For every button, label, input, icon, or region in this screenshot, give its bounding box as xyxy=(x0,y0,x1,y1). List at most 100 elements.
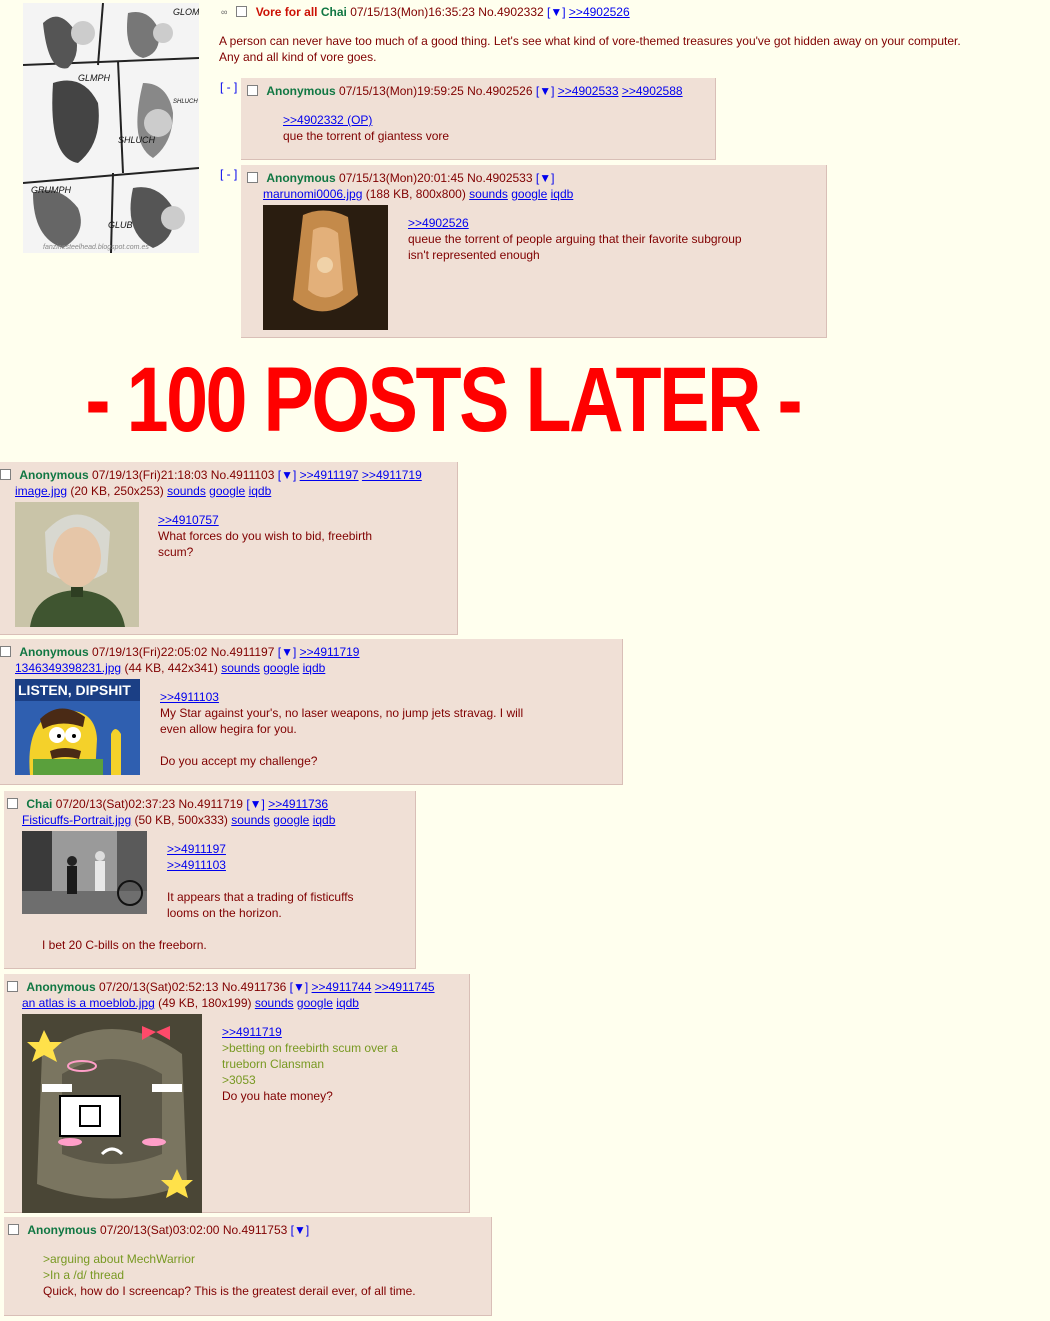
portrait-thumbnail-image xyxy=(15,502,139,627)
reply-message: >>4911103 My Star against your's, no las… xyxy=(160,689,523,769)
reply-post-number[interactable]: No.4902533 xyxy=(467,171,532,185)
reply-checkbox[interactable] xyxy=(8,1224,19,1235)
op-menu-button[interactable]: [▼] xyxy=(547,5,566,19)
op-message: A person can never have too much of a go… xyxy=(219,33,1039,65)
quote-link[interactable]: >>4911197 xyxy=(167,841,354,857)
collapse-reply-button[interactable]: [ - ] xyxy=(220,80,237,94)
reply-checkbox[interactable] xyxy=(247,85,258,96)
comic-thumbnail-image: GLOMP GLMPH SHLUCH SHLUCH GRUMPH GLUB fa… xyxy=(23,3,199,253)
file-name-link[interactable]: marunomi0006.jpg xyxy=(263,187,362,201)
greentext-line: trueborn Clansman xyxy=(222,1057,325,1071)
reply-backlink[interactable]: >>4902588 xyxy=(622,84,683,98)
iqdb-link[interactable]: iqdb xyxy=(249,484,272,498)
cartoon-thumbnail-image: LISTEN, DIPSHIT xyxy=(15,679,140,775)
reply-checkbox[interactable] xyxy=(7,981,18,992)
reply-post: Anonymous 07/19/13(Fri)21:18:03 No.49111… xyxy=(0,462,458,635)
reply-message: >arguing about MechWarrior >In a /d/ thr… xyxy=(43,1251,416,1299)
reply-post-number[interactable]: No.4911753 xyxy=(223,1223,288,1237)
quote-link[interactable]: >>4911103 xyxy=(167,857,354,873)
reply-backlink[interactable]: >>4911719 xyxy=(300,645,360,659)
reply-post-number[interactable]: No.4911197 xyxy=(211,645,275,659)
file-name-link[interactable]: Fisticuffs-Portrait.jpg xyxy=(22,813,131,827)
file-info: marunomi0006.jpg (188 KB, 800x800) sound… xyxy=(263,187,573,202)
reply-menu-button[interactable]: [▼] xyxy=(278,468,297,482)
file-size: (49 KB, 180x199) xyxy=(158,996,252,1010)
sounds-link[interactable]: sounds xyxy=(231,813,270,827)
reply-message-line: Do you hate money? xyxy=(222,1089,333,1103)
hide-thread-icon[interactable]: ∞ xyxy=(221,5,233,17)
sounds-link[interactable]: sounds xyxy=(469,187,508,201)
op-backlink[interactable]: >>4902526 xyxy=(569,5,630,19)
file-name-link[interactable]: 1346349398231.jpg xyxy=(15,661,121,675)
file-info: Fisticuffs-Portrait.jpg (50 KB, 500x333)… xyxy=(22,813,335,828)
reply-header: Anonymous 07/19/13(Fri)21:18:03 No.49111… xyxy=(0,468,422,483)
reply-post-number[interactable]: No.4902526 xyxy=(467,84,532,98)
reply-post: Anonymous 07/15/13(Mon)19:59:25 No.49025… xyxy=(241,78,716,160)
reply-post-number[interactable]: No.4911103 xyxy=(211,468,275,482)
op-checkbox[interactable] xyxy=(236,6,248,17)
quote-link[interactable]: >>4911719 xyxy=(222,1024,398,1040)
google-link[interactable]: google xyxy=(263,661,299,675)
reply-thumbnail[interactable]: LISTEN, DIPSHIT xyxy=(15,679,140,775)
reply-menu-button[interactable]: [▼] xyxy=(278,645,297,659)
reply-thumbnail[interactable] xyxy=(15,502,139,627)
reply-menu-button[interactable]: [▼] xyxy=(246,797,265,811)
reply-date: 07/15/13(Mon)19:59:25 xyxy=(339,84,464,98)
reply-checkbox[interactable] xyxy=(7,798,18,809)
reply-backlink[interactable]: >>4902533 xyxy=(558,84,619,98)
google-link[interactable]: google xyxy=(297,996,333,1010)
reply-menu-button[interactable]: [▼] xyxy=(536,84,555,98)
iqdb-link[interactable]: iqdb xyxy=(313,813,336,827)
op-message-line: A person can never have too much of a go… xyxy=(219,34,961,48)
mech-thumbnail-image xyxy=(22,1014,202,1213)
iqdb-link[interactable]: iqdb xyxy=(336,996,359,1010)
reply-header: Anonymous 07/20/13(Sat)03:02:00 No.49117… xyxy=(8,1223,309,1238)
reply-post-number[interactable]: No.4911719 xyxy=(178,797,243,811)
file-name-link[interactable]: image.jpg xyxy=(15,484,67,498)
reply-date: 07/20/13(Sat)03:02:00 xyxy=(100,1223,220,1237)
reply-post: Chai 07/20/13(Sat)02:37:23 No.4911719 [▼… xyxy=(4,791,416,969)
reply-thumbnail[interactable] xyxy=(22,1014,202,1213)
reply-message-line: queue the torrent of people arguing that… xyxy=(408,232,742,246)
reply-menu-button[interactable]: [▼] xyxy=(291,1223,310,1237)
reply-backlink[interactable]: >>4911736 xyxy=(268,797,328,811)
sfx-shluch-text: SHLUCH xyxy=(118,135,156,145)
quote-link[interactable]: >>4902332 (OP) xyxy=(283,112,449,128)
sounds-link[interactable]: sounds xyxy=(221,661,260,675)
google-link[interactable]: google xyxy=(209,484,245,498)
reply-post-number[interactable]: No.4911736 xyxy=(222,980,287,994)
reply-menu-button[interactable]: [▼] xyxy=(536,171,555,185)
quote-link[interactable]: >>4911103 xyxy=(160,689,523,705)
reply-checkbox[interactable] xyxy=(0,646,11,657)
reply-message-line: scum? xyxy=(158,545,194,559)
file-size: (44 KB, 442x341) xyxy=(124,661,218,675)
reply-backlink[interactable]: >>4911197 xyxy=(300,468,359,482)
reply-backlink[interactable]: >>4911745 xyxy=(375,980,435,994)
reply-date: 07/15/13(Mon)20:01:45 xyxy=(339,171,464,185)
google-link[interactable]: google xyxy=(511,187,547,201)
reply-thumbnail[interactable] xyxy=(22,831,147,914)
op-post-number[interactable]: No.4902332 xyxy=(478,5,543,19)
reply-message-line: Quick, how do I screencap? This is the g… xyxy=(43,1284,416,1298)
op-thumbnail[interactable]: GLOMP GLMPH SHLUCH SHLUCH GRUMPH GLUB fa… xyxy=(23,3,199,253)
sounds-link[interactable]: sounds xyxy=(167,484,206,498)
reply-backlink[interactable]: >>4911719 xyxy=(362,468,422,482)
quote-link[interactable]: >>4910757 xyxy=(158,512,372,528)
google-link[interactable]: google xyxy=(273,813,309,827)
reply-message: >>4902526 queue the torrent of people ar… xyxy=(408,215,742,263)
sounds-link[interactable]: sounds xyxy=(255,996,294,1010)
reply-checkbox[interactable] xyxy=(0,469,11,480)
file-size: (50 KB, 500x333) xyxy=(134,813,228,827)
reply-menu-button[interactable]: [▼] xyxy=(290,980,309,994)
iqdb-link[interactable]: iqdb xyxy=(551,187,574,201)
op-name: Chai xyxy=(320,5,347,19)
iqdb-link[interactable]: iqdb xyxy=(303,661,326,675)
collapse-reply-button[interactable]: [ - ] xyxy=(220,167,237,181)
quote-link[interactable]: >>4902526 xyxy=(408,215,742,231)
reply-checkbox[interactable] xyxy=(247,172,258,183)
reply-thumbnail[interactable] xyxy=(263,205,388,330)
reply-message-line: que the torrent of giantess vore xyxy=(283,129,450,143)
file-name-link[interactable]: an atlas is a moeblob.jpg xyxy=(22,996,155,1010)
reply-backlink[interactable]: >>4911744 xyxy=(312,980,372,994)
